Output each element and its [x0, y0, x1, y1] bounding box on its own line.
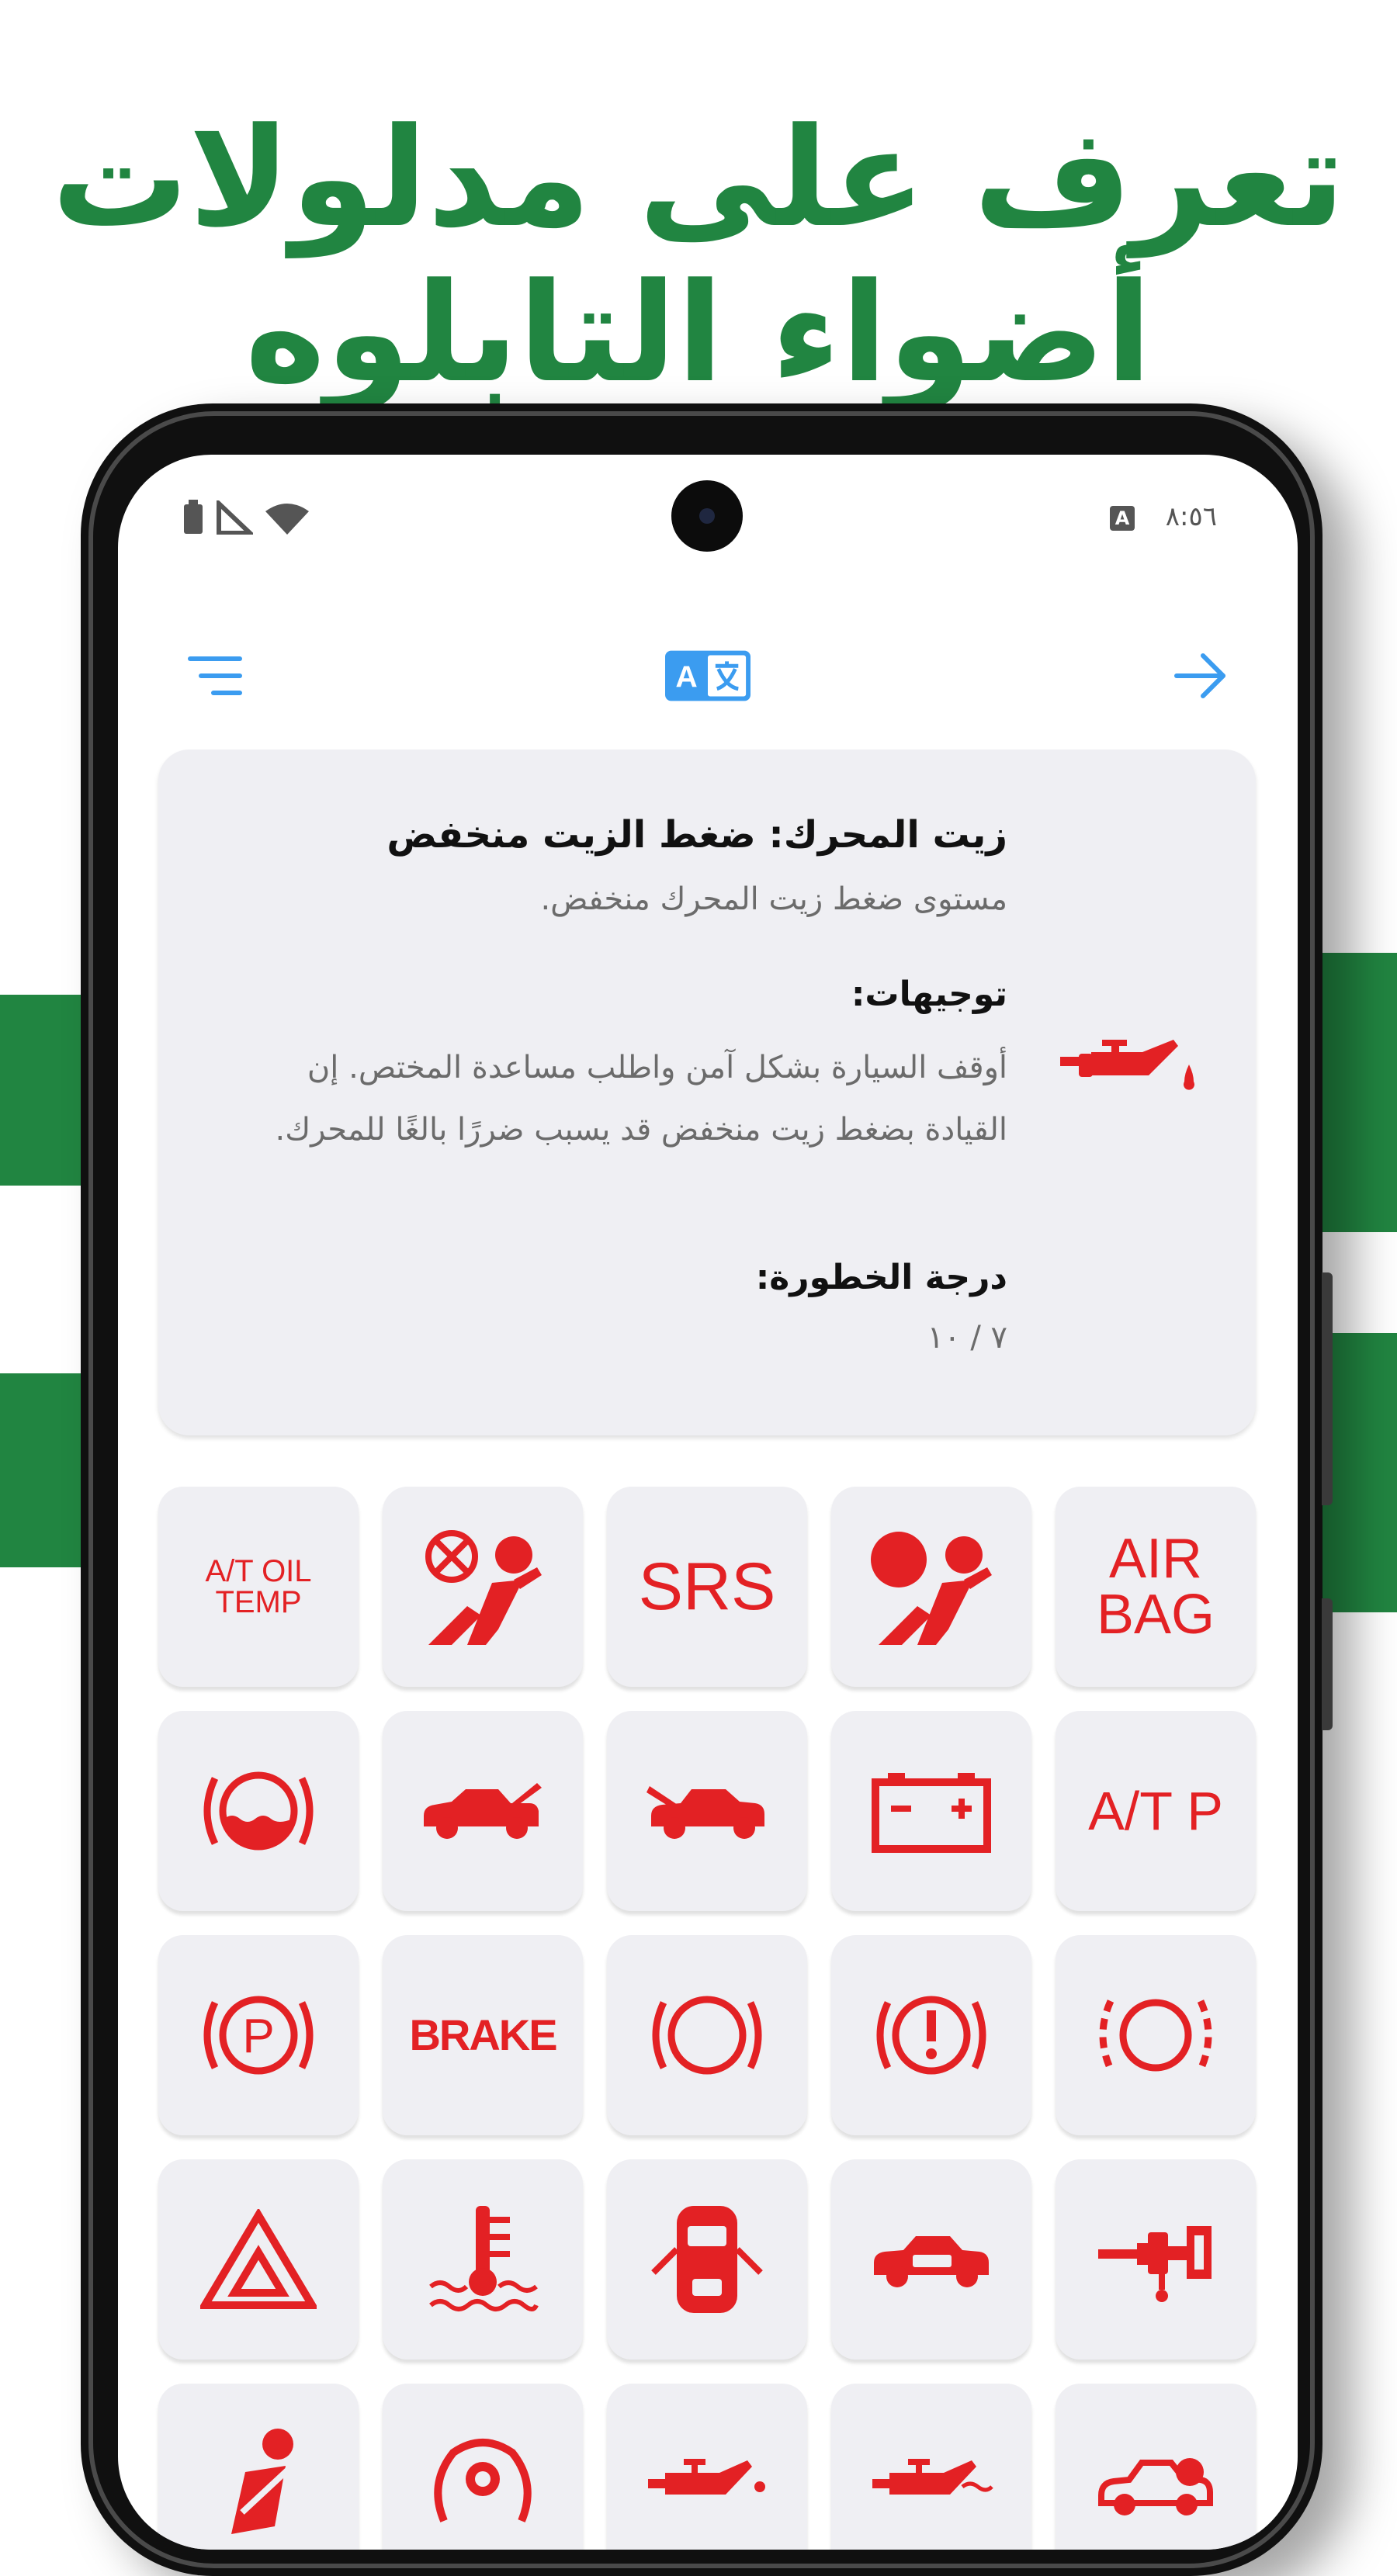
- volume-button: [1322, 1272, 1333, 1505]
- airbag-icon: [871, 1532, 992, 1645]
- headline-line-2: أضواء التابلوه: [244, 254, 1154, 413]
- tile-brake-text[interactable]: BRAKE: [383, 1935, 583, 2135]
- tile-coolant-temp[interactable]: [383, 2159, 583, 2360]
- parking-brake-icon: P: [203, 1996, 314, 2075]
- signal-icon: [217, 500, 253, 535]
- brake-warning-icon: [876, 1996, 986, 2075]
- oil-pressure-icon: [1060, 1040, 1194, 1090]
- seatbelt-icon: [231, 2429, 293, 2534]
- tile-parking-brake[interactable]: P: [158, 1935, 359, 2135]
- car-icon: [1098, 2458, 1213, 2515]
- tile-fuel-filter[interactable]: [1056, 2159, 1256, 2360]
- severity-value: ٧ / ١٠: [927, 1320, 1007, 1356]
- status-bar: A ٨:٥٦: [118, 455, 1298, 563]
- coolant-temp-icon: [429, 2206, 539, 2311]
- engine-car-icon: [874, 2236, 989, 2287]
- tile-tire-pressure[interactable]: [383, 2384, 583, 2550]
- tile-brake-circle[interactable]: [607, 1935, 807, 2135]
- headline: تعرف على مدلولات أضواء التابلوه: [0, 101, 1397, 411]
- forward-button[interactable]: [1158, 633, 1243, 718]
- airbag-off-icon: [425, 1530, 542, 1645]
- srs-label: SRS: [638, 1549, 776, 1624]
- filter-icon: [188, 656, 242, 695]
- tile-hazard[interactable]: [158, 2159, 359, 2360]
- guidance-text: أوقف السيارة بشكل آمن واطلب مساعدة المخت…: [275, 1050, 1007, 1148]
- brake-fluid-icon: [203, 1771, 314, 1851]
- detail-description: مستوى ضغط زيت المحرك منخفض.: [540, 881, 1007, 917]
- tile-hood-open[interactable]: [607, 1711, 807, 1911]
- oil-can-icon: [648, 2459, 765, 2495]
- tile-car[interactable]: [1056, 2384, 1256, 2550]
- tile-seatbelt[interactable]: [158, 2384, 359, 2550]
- svg-text:P: P: [242, 2010, 274, 2063]
- airbag-label: AIR BAG: [1097, 1531, 1215, 1643]
- tile-oil-can-2[interactable]: [831, 2384, 1031, 2550]
- translate-button[interactable]: A: [665, 633, 750, 718]
- tile-oil-can[interactable]: [607, 2384, 807, 2550]
- translate-icon: A: [665, 650, 750, 701]
- airbag-line-1: AIR: [1108, 1528, 1203, 1590]
- warning-detail-card: زيت المحرك: ضغط الزيت منخفض مستوى ضغط زي…: [158, 750, 1256, 1435]
- tile-airbag[interactable]: [831, 1487, 1031, 1687]
- power-button: [1322, 1598, 1333, 1730]
- tile-engine-car[interactable]: [831, 2159, 1031, 2360]
- at-oil-temp-label: A/T OIL TEMP: [205, 1556, 311, 1618]
- tile-trunk-open[interactable]: [383, 1711, 583, 1911]
- trunk-open-icon: [424, 1783, 542, 1839]
- brake-wear-icon: [1099, 1999, 1212, 2072]
- tile-brake-warning[interactable]: [831, 1935, 1031, 2135]
- fuel-filter-icon: [1098, 2226, 1212, 2302]
- tile-at-oil-temp[interactable]: A/T OIL TEMP: [158, 1487, 359, 1687]
- filter-button[interactable]: [172, 633, 258, 718]
- detail-title: زيت المحرك: ضغط الزيت منخفض: [387, 813, 1007, 857]
- hood-open-icon: [647, 1786, 764, 1839]
- battery-icon: [872, 1773, 991, 1853]
- brake-label: BRAKE: [409, 2010, 557, 2059]
- tire-pressure-icon: [434, 2439, 532, 2522]
- battery-status-icon: [184, 500, 203, 534]
- tile-atp[interactable]: A/T P: [1056, 1711, 1256, 1911]
- airbag-line-2: BAG: [1096, 1584, 1215, 1646]
- tile-srs[interactable]: SRS: [607, 1487, 807, 1687]
- tile-brake-fluid[interactable]: [158, 1711, 359, 1911]
- severity-title: درجة الخطورة:: [755, 1258, 1007, 1297]
- top-app-bar: A: [118, 633, 1298, 718]
- front-camera: [671, 480, 743, 552]
- brake-circle-icon: [652, 1996, 762, 2075]
- door-open-icon: [651, 2206, 763, 2313]
- guidance-title: توجيهات:: [851, 975, 1007, 1014]
- tile-door-open[interactable]: [607, 2159, 807, 2360]
- phone-screen: A ٨:٥٦ A زيت المحرك: ضغط الزيت منخفض مست…: [118, 455, 1298, 2550]
- tile-airbag-off[interactable]: [383, 1487, 583, 1687]
- svg-text:A: A: [675, 660, 697, 694]
- atp-label: A/T P: [1088, 1781, 1223, 1841]
- tile-airbag-text[interactable]: AIR BAG: [1056, 1487, 1256, 1687]
- wifi-icon: [265, 504, 309, 535]
- headline-line-1: تعرف على مدلولات: [51, 99, 1347, 258]
- at-oil-temp-line-1: A/T OIL: [205, 1554, 312, 1588]
- status-time: ٨:٥٦: [1165, 501, 1217, 532]
- oil-can-icon-2: [872, 2459, 993, 2495]
- a-notification-icon: A: [1110, 506, 1135, 531]
- at-oil-temp-line-2: TEMP: [215, 1585, 302, 1619]
- arrow-right-icon: [1174, 653, 1225, 698]
- status-icons: [182, 500, 310, 535]
- tile-battery[interactable]: [831, 1711, 1031, 1911]
- tile-brake-wear[interactable]: [1056, 1935, 1256, 2135]
- hazard-triangle-icon: [200, 2209, 317, 2309]
